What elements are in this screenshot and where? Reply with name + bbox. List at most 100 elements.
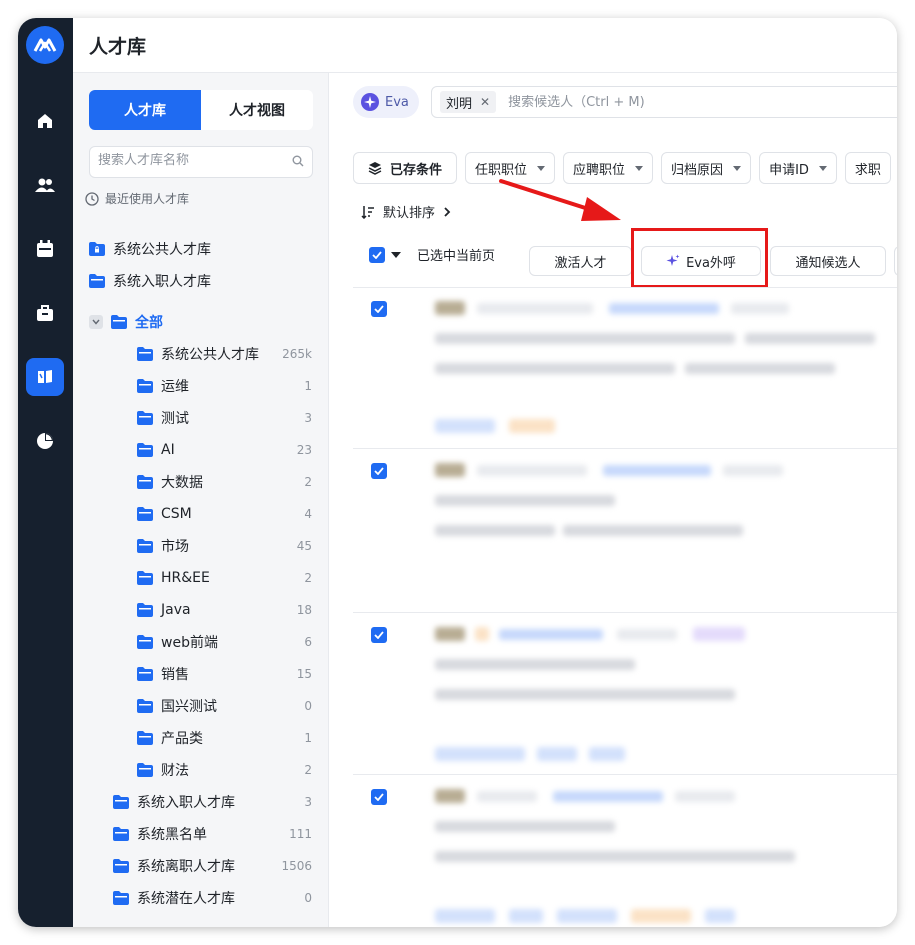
- folder-icon: [137, 411, 153, 425]
- filter-job-seeking[interactable]: 求职: [844, 152, 891, 184]
- filter-archive-reason[interactable]: 归档原因: [661, 152, 752, 184]
- tree-node-label: 国兴测试: [161, 699, 217, 715]
- caret-down-icon: [537, 165, 546, 171]
- sort-label: 默认排序: [383, 206, 436, 221]
- tree-node-library[interactable]: 测试 3: [73, 402, 328, 434]
- tree-node-count: 3: [304, 795, 312, 809]
- nav-jobs[interactable]: [26, 294, 64, 332]
- nav-reports[interactable]: [26, 422, 64, 460]
- tree-node-library[interactable]: HR&EE 2: [73, 562, 328, 594]
- tree-node-count: 0: [304, 699, 312, 713]
- notify-candidate-button[interactable]: 通知候选人: [770, 246, 886, 276]
- check-icon: [374, 631, 384, 639]
- candidate-checkbox[interactable]: [371, 789, 387, 805]
- tree-node-library[interactable]: 产品类 1: [73, 722, 328, 754]
- check-icon: [374, 467, 384, 475]
- tree-node-library[interactable]: 市场 45: [73, 530, 328, 562]
- tree-node-library[interactable]: 销售 15: [73, 658, 328, 690]
- check-icon: [374, 793, 384, 801]
- lock-folder-icon: [89, 242, 105, 256]
- close-icon[interactable]: ✕: [480, 95, 490, 109]
- tree-node-count: 1: [304, 731, 312, 745]
- folder-icon: [137, 475, 153, 489]
- recent-item[interactable]: 系统入职人才库: [73, 265, 328, 297]
- select-all-checkbox[interactable]: [369, 246, 385, 263]
- collapse-toggle[interactable]: [89, 315, 103, 329]
- more-actions-button[interactable]: [894, 246, 897, 276]
- candidate-search: 刘明 ✕: [431, 86, 897, 118]
- tree-node-label: 系统入职人才库: [137, 795, 235, 811]
- library-panel: 人才库 人才视图 最近使用人才库 系统公共人才库 系统入职人才库 全部: [73, 73, 329, 927]
- tree-node-library[interactable]: 大数据 2: [73, 466, 328, 498]
- button-label: 通知候选人: [795, 255, 861, 271]
- tree-node-count: 265k: [282, 347, 312, 361]
- chevron-right-icon: [444, 206, 451, 217]
- nav-home[interactable]: [26, 102, 64, 140]
- tab-talent-view[interactable]: 人才视图: [201, 90, 313, 130]
- tree-node-library[interactable]: CSM 4: [73, 498, 328, 530]
- sort-control[interactable]: 默认排序: [361, 202, 451, 221]
- bulk-select: 已选中当前页: [369, 245, 495, 264]
- candidate-search-input[interactable]: [508, 94, 729, 110]
- tree-node-count: 2: [304, 475, 312, 489]
- filter-application-id[interactable]: 申请ID: [759, 152, 837, 184]
- app-logo[interactable]: [26, 26, 64, 64]
- tree-node-count: 1: [304, 379, 312, 393]
- tree-node-label: 测试: [161, 411, 189, 427]
- users-icon: [35, 178, 55, 192]
- tree-node-library[interactable]: 运维 1: [73, 370, 328, 402]
- recent-item-label: 系统公共人才库: [113, 242, 211, 258]
- library-search-input[interactable]: [98, 153, 278, 168]
- tree-node-system-library[interactable]: 系统入职人才库 3: [73, 786, 328, 818]
- tree-node-label: HR&EE: [161, 570, 210, 586]
- tree-node-library[interactable]: Java 18: [73, 594, 328, 626]
- tree-node-label: 全部: [135, 315, 163, 331]
- tree-node-system-library[interactable]: 系统黑名单 111: [73, 818, 328, 850]
- tree-node-system-library[interactable]: 系统离职人才库 1506: [73, 850, 328, 882]
- saved-filters-button[interactable]: 已存条件: [353, 152, 458, 184]
- tree-node-label: AI: [161, 442, 175, 458]
- arrow-annotation-icon: [499, 179, 621, 221]
- tree-node-library[interactable]: AI 23: [73, 434, 328, 466]
- tree-node-library[interactable]: 国兴测试 0: [73, 690, 328, 722]
- tree-node-label: 系统公共人才库: [161, 347, 259, 363]
- candidate-checkbox[interactable]: [371, 463, 387, 479]
- eva-assistant-button[interactable]: Eva: [353, 86, 419, 118]
- folder-icon: [113, 891, 129, 905]
- nav-talent-library[interactable]: [26, 358, 64, 396]
- candidate-checkbox[interactable]: [371, 627, 387, 643]
- caret-down-icon: [733, 165, 742, 171]
- candidate-card[interactable]: [353, 775, 897, 927]
- folder-icon: [137, 379, 153, 393]
- select-dropdown-icon[interactable]: [391, 251, 401, 258]
- tree-node-library[interactable]: web前端 6: [73, 626, 328, 658]
- nav-candidates[interactable]: [26, 166, 64, 204]
- nav-interviews[interactable]: [26, 230, 64, 268]
- candidate-card[interactable]: [353, 449, 897, 613]
- candidate-blurred-content: [413, 449, 897, 612]
- activate-talent-button[interactable]: 激活人才: [529, 246, 632, 276]
- tree-node-all[interactable]: 全部: [73, 306, 328, 338]
- folder-icon: [137, 699, 153, 713]
- candidate-checkbox[interactable]: [371, 301, 387, 317]
- tree-node-label: Java: [161, 602, 191, 618]
- tree-node-label: 财法: [161, 763, 189, 779]
- tab-talent-library[interactable]: 人才库: [89, 90, 201, 130]
- select-current-page-label: 已选中当前页: [417, 249, 496, 264]
- tree-node-count: 1506: [281, 859, 312, 873]
- sparkle-icon: [361, 93, 379, 111]
- recent-item[interactable]: 系统公共人才库: [73, 233, 328, 265]
- candidate-card[interactable]: [353, 613, 897, 775]
- folder-icon: [113, 795, 129, 809]
- candidate-card[interactable]: [353, 287, 897, 449]
- tree-node-library[interactable]: 财法 2: [73, 754, 328, 786]
- search-chip[interactable]: 刘明 ✕: [440, 91, 497, 113]
- calendar-icon: [37, 240, 53, 257]
- tree-node-label: 产品类: [161, 731, 203, 747]
- tree-node-system-library[interactable]: 系统潜在人才库 0: [73, 882, 328, 914]
- folder-icon: [111, 315, 127, 329]
- tree-node-label: 运维: [161, 379, 189, 395]
- tree-node-count: 3: [304, 411, 312, 425]
- tree-node-library[interactable]: 系统公共人才库 265k: [73, 338, 328, 370]
- candidate-list-area: Eva 刘明 ✕ 已存条件 任职职位 应聘职位 归档原因 申请ID 求职 默认排…: [329, 73, 897, 927]
